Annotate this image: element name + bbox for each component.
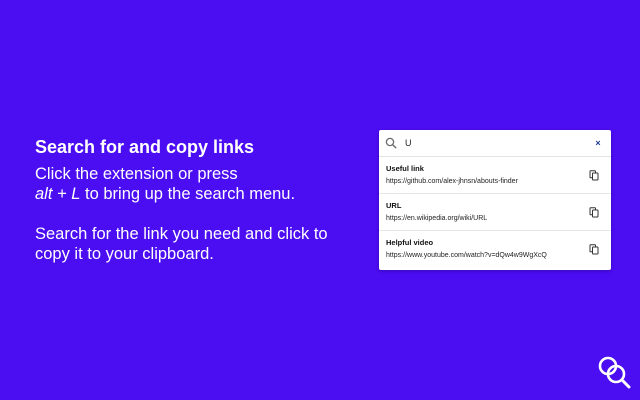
result-url: https://www.youtube.com/watch?v=dQw4w9Wg… xyxy=(386,252,547,259)
result-text: Useful link https://github.com/alex-jhns… xyxy=(386,164,587,187)
result-text: Helpful video https://www.youtube.com/wa… xyxy=(386,238,587,261)
clear-search-button[interactable]: × xyxy=(591,136,605,150)
search-icon xyxy=(385,136,399,150)
copy-icon[interactable] xyxy=(587,243,601,257)
search-bar: × xyxy=(379,130,611,157)
promo-title: Search for and copy links xyxy=(35,137,255,157)
result-url: https://github.com/alex-jhnsn/abouts-fin… xyxy=(386,177,518,185)
result-title: Useful link xyxy=(386,163,424,173)
promo-paragraph-1: Click the extension or press alt + L to … xyxy=(35,164,355,204)
shortcut-text: alt + L xyxy=(35,185,81,203)
promo-section: Search for and copy links Click the exte… xyxy=(35,136,355,264)
result-item[interactable]: Useful link https://github.com/alex-jhns… xyxy=(379,157,611,194)
result-item[interactable]: URL https://en.wikipedia.org/wiki/URL xyxy=(379,194,611,231)
result-title: Helpful video xyxy=(386,238,434,247)
copy-icon[interactable] xyxy=(587,168,601,182)
promo-line-2: to bring up the search menu. xyxy=(85,185,296,203)
search-input[interactable] xyxy=(399,138,591,148)
result-title: URL xyxy=(386,200,402,210)
result-item[interactable]: Helpful video https://www.youtube.com/wa… xyxy=(379,231,611,268)
promo-paragraph-2: Search for the link you need and click t… xyxy=(35,225,328,263)
copy-icon[interactable] xyxy=(587,205,601,219)
promo-line-1: Click the extension or press xyxy=(35,165,238,183)
result-text: URL https://en.wikipedia.org/wiki/URL xyxy=(386,201,587,224)
search-popup: × Useful link https://github.com/alex-jh… xyxy=(379,130,611,270)
links-search-logo-icon xyxy=(597,355,633,391)
result-url: https://en.wikipedia.org/wiki/URL xyxy=(386,214,488,222)
